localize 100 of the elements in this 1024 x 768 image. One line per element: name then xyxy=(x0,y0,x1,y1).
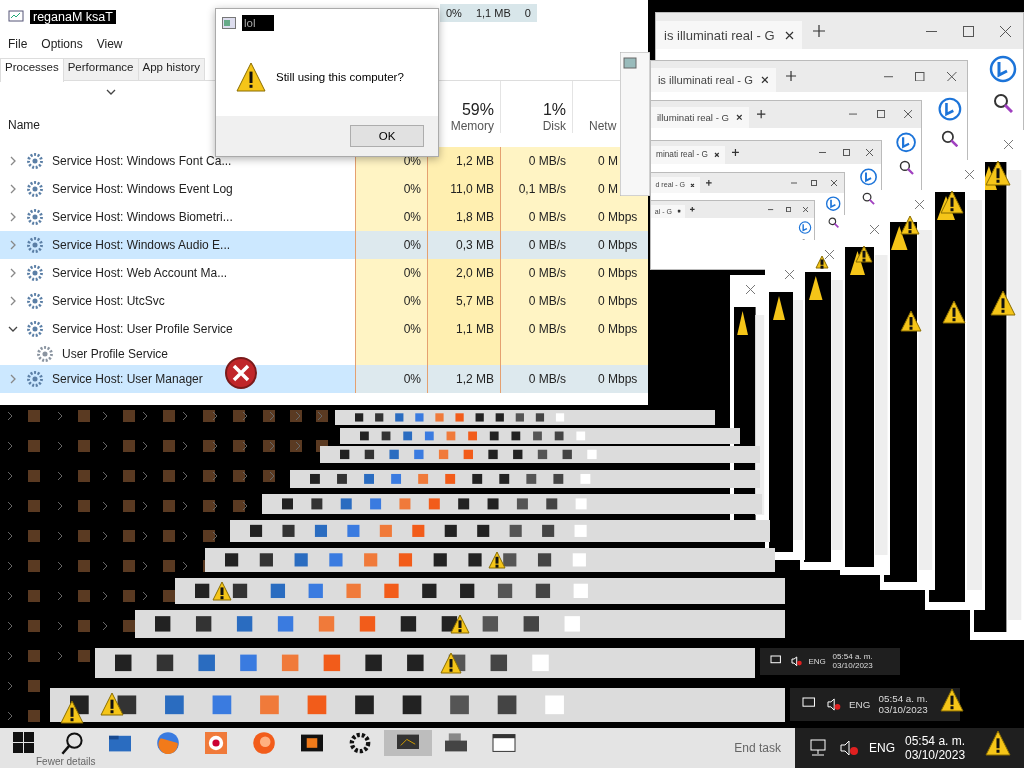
browser-tab[interactable]: illuminati real - G xyxy=(651,106,749,128)
memory-cell: 11,0 MB xyxy=(427,175,500,203)
chat-icon xyxy=(858,167,878,187)
process-name: Service Host: UtcSvc xyxy=(52,294,165,308)
search-icon xyxy=(898,160,914,175)
process-name: Service Host: Windows Event Log xyxy=(52,182,233,196)
gear-icon xyxy=(26,180,44,198)
maximize-icon xyxy=(811,179,818,186)
warning-icon xyxy=(855,245,873,263)
chevron-icon xyxy=(8,156,18,166)
maximize-icon xyxy=(876,110,885,119)
monitor-icon[interactable] xyxy=(384,730,432,756)
process-row[interactable]: Service Host: UtcSvc xyxy=(0,287,355,315)
menu-item[interactable]: Options xyxy=(41,37,83,51)
disk-cell: 0 MB/s xyxy=(500,231,572,259)
chevron-icon xyxy=(8,184,18,194)
chat-icon xyxy=(895,132,918,155)
process-row[interactable]: Service Host: User Profile Service xyxy=(0,315,355,343)
chat-icon xyxy=(988,55,1018,85)
usage-reading: 59% xyxy=(461,101,494,119)
memory-cell: 1,2 MB xyxy=(427,147,500,175)
search-icon xyxy=(941,129,959,147)
clock: 05:54 a. m. 03/10/2023 xyxy=(832,652,873,671)
minimize-icon xyxy=(768,206,774,213)
warning-icon xyxy=(940,688,964,712)
browser-tab[interactable]: minati real - G xyxy=(651,146,726,164)
plus-icon xyxy=(756,109,767,120)
process-name: Service Host: Windows Audio E... xyxy=(52,238,231,252)
warning-icon xyxy=(985,160,1011,186)
end-task-button[interactable]: End task xyxy=(734,741,795,755)
warning-icon xyxy=(900,310,922,332)
warning-icon xyxy=(940,190,964,214)
memory-cell: 1,8 MB xyxy=(427,203,500,231)
browser-tab[interactable]: is illuminati real - G xyxy=(651,67,777,92)
process-row[interactable]: Service Host: User Manager xyxy=(0,365,355,393)
network-cell: 0 Mbps xyxy=(572,315,648,343)
process-name: Service Host: Web Account Ma... xyxy=(52,266,228,280)
network-cell: 0 Mbps xyxy=(572,203,648,231)
cpu-cell: 0% xyxy=(355,203,427,231)
cpu-cell: 0% xyxy=(355,259,427,287)
gear-icon xyxy=(26,370,44,388)
cpu-cell: 0% xyxy=(355,231,427,259)
plus-icon xyxy=(705,179,713,187)
process-row[interactable]: Service Host: Windows Event Log xyxy=(0,175,355,203)
chevron-icon xyxy=(106,87,116,97)
disk-cell: 0 MB/s xyxy=(500,147,572,175)
cpu-cell: 0% xyxy=(355,315,427,343)
cpu-cell: 0% xyxy=(355,175,427,203)
search-icon xyxy=(993,93,1013,113)
tab[interactable]: App history xyxy=(137,58,206,80)
network-cell: 0 Mbps xyxy=(572,365,648,393)
warning-icon xyxy=(440,652,462,674)
search-icon xyxy=(861,191,875,205)
service-name: User Profile Service xyxy=(62,347,169,361)
warning-icon xyxy=(60,700,84,724)
gear-icon xyxy=(26,320,44,338)
process-name: Service Host: User Manager xyxy=(52,372,203,386)
language-indicator[interactable]: ENG xyxy=(869,741,895,755)
dialog-message: Still using this computer? xyxy=(276,70,404,83)
disk-cell: 0 MB/s xyxy=(500,203,572,231)
column-header[interactable]: Memory xyxy=(450,119,494,133)
fewer-details-link[interactable]: Fewer details xyxy=(36,756,96,767)
process-row[interactable]: Service Host: Windows Font Ca... xyxy=(0,147,355,175)
chat-icon xyxy=(936,97,963,123)
menu-item[interactable]: View xyxy=(96,37,123,51)
clock: 05:54 a. m. 03/10/2023 xyxy=(878,693,928,716)
warning-icon xyxy=(212,581,232,601)
chat-icon xyxy=(797,220,812,235)
ok-button[interactable]: OK xyxy=(350,125,424,147)
warning-icon xyxy=(450,614,470,634)
network-cell: 0 Mbps xyxy=(572,287,648,315)
clock[interactable]: 05:54 a. m. 03/10/2023 xyxy=(905,734,966,762)
maximize-icon xyxy=(915,71,925,82)
table-cell xyxy=(355,343,427,365)
gear-icon xyxy=(26,292,44,310)
disk-cell: 0 MB/s xyxy=(500,259,572,287)
maximize-icon xyxy=(785,206,791,213)
ghost-row: 0% 1,1 MB 0 xyxy=(440,4,537,22)
browser-tab[interactable]: is illuminati real - G xyxy=(656,21,802,49)
plus-icon xyxy=(811,24,826,38)
plus-icon xyxy=(731,148,741,157)
search-icon xyxy=(827,216,839,228)
memory-cell: 1,1 MB xyxy=(427,315,500,343)
process-row[interactable]: Service Host: Windows Audio E... xyxy=(0,231,355,259)
column-header[interactable]: Netw xyxy=(589,119,617,133)
memory-cell: 5,7 MB xyxy=(427,287,500,315)
muted-speaker-icon xyxy=(826,697,841,712)
warning-icon xyxy=(100,692,124,716)
column-header[interactable]: Name xyxy=(8,118,40,132)
column-header[interactable]: Disk xyxy=(542,119,566,133)
warning-icon xyxy=(942,300,966,324)
process-row[interactable]: Service Host: Web Account Ma... xyxy=(0,259,355,287)
process-row[interactable]: Service Host: Windows Biometri... xyxy=(0,203,355,231)
language-indicator: ENG xyxy=(849,698,871,710)
tab[interactable]: Performance xyxy=(62,58,139,80)
chevron-icon xyxy=(8,374,18,384)
tab[interactable]: Processes xyxy=(0,58,64,82)
chevron-icon xyxy=(8,268,18,278)
menu-item[interactable]: File xyxy=(8,37,28,51)
warning-icon xyxy=(236,61,266,92)
